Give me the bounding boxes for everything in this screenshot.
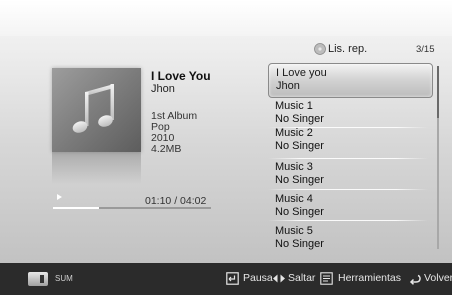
playlist-item-selected[interactable]: I Love you Jhon xyxy=(268,63,433,98)
playlist-item-artist: No Singer xyxy=(275,238,324,250)
playlist-item-title: Music 1 xyxy=(275,100,313,112)
sum-label: SUM xyxy=(55,274,73,283)
back-action[interactable]: Volver xyxy=(424,272,452,284)
enter-key-icon xyxy=(226,272,239,285)
music-player-screen: I Love You Jhon 1st Album Pop 2010 4.2MB… xyxy=(0,0,452,263)
playlist-item[interactable]: Music 2 No Singer xyxy=(268,124,431,157)
playlist-scrollbar[interactable] xyxy=(437,66,439,249)
pause-action[interactable]: Pausa xyxy=(243,272,273,284)
bottom-bar: SUM Pausa Saltar Herramientas Volver xyxy=(0,263,452,295)
now-playing-size: 4.2MB xyxy=(151,143,182,155)
tools-icon xyxy=(320,272,333,285)
playlist-item-artist: Jhon xyxy=(276,80,300,92)
playlist-item[interactable]: Music 4 No Singer xyxy=(268,190,431,223)
progress-bar[interactable] xyxy=(53,207,211,209)
playlist-item[interactable]: Music 3 No Singer xyxy=(268,158,431,191)
return-icon xyxy=(409,274,421,285)
playlist-scrollbar-thumb[interactable] xyxy=(437,66,439,118)
playlist-item-title: Music 2 xyxy=(275,127,313,139)
playlist-divider xyxy=(268,220,428,221)
playlist-divider xyxy=(268,158,428,159)
play-state-icon xyxy=(57,194,62,200)
top-band xyxy=(0,0,452,36)
playlist-item-artist: No Singer xyxy=(275,140,324,152)
playlist: I Love you Jhon Music 1 No Singer Music … xyxy=(268,62,434,258)
music-note-icon xyxy=(72,84,114,133)
playlist-item[interactable]: Music 5 No Singer xyxy=(268,222,431,255)
progress-fill xyxy=(53,207,99,209)
playlist-counter: 3/15 xyxy=(416,44,435,55)
playlist-divider xyxy=(268,189,428,190)
time-readout: 01:10 / 04:02 xyxy=(145,195,207,207)
playlist-divider xyxy=(268,127,428,128)
skip-action[interactable]: Saltar xyxy=(288,272,315,284)
playlist-item-artist: No Singer xyxy=(275,174,324,186)
playlist-item-title: Music 5 xyxy=(275,225,313,237)
now-playing-title: I Love You xyxy=(151,69,211,83)
album-art xyxy=(52,68,141,152)
playlist-item-title: Music 3 xyxy=(275,161,313,173)
playlist-item-title: Music 4 xyxy=(275,193,313,205)
tools-action[interactable]: Herramientas xyxy=(338,272,401,284)
playlist-item-artist: No Singer xyxy=(275,206,324,218)
now-playing-artist: Jhon xyxy=(151,83,175,95)
album-art-reflection xyxy=(52,152,141,184)
playlist-disc-icon xyxy=(314,43,326,55)
sum-key-icon xyxy=(28,272,48,286)
playlist-item-title: I Love you xyxy=(276,67,327,79)
playlist-header-label: Lis. rep. xyxy=(328,43,368,55)
left-right-arrows-icon xyxy=(273,274,285,283)
